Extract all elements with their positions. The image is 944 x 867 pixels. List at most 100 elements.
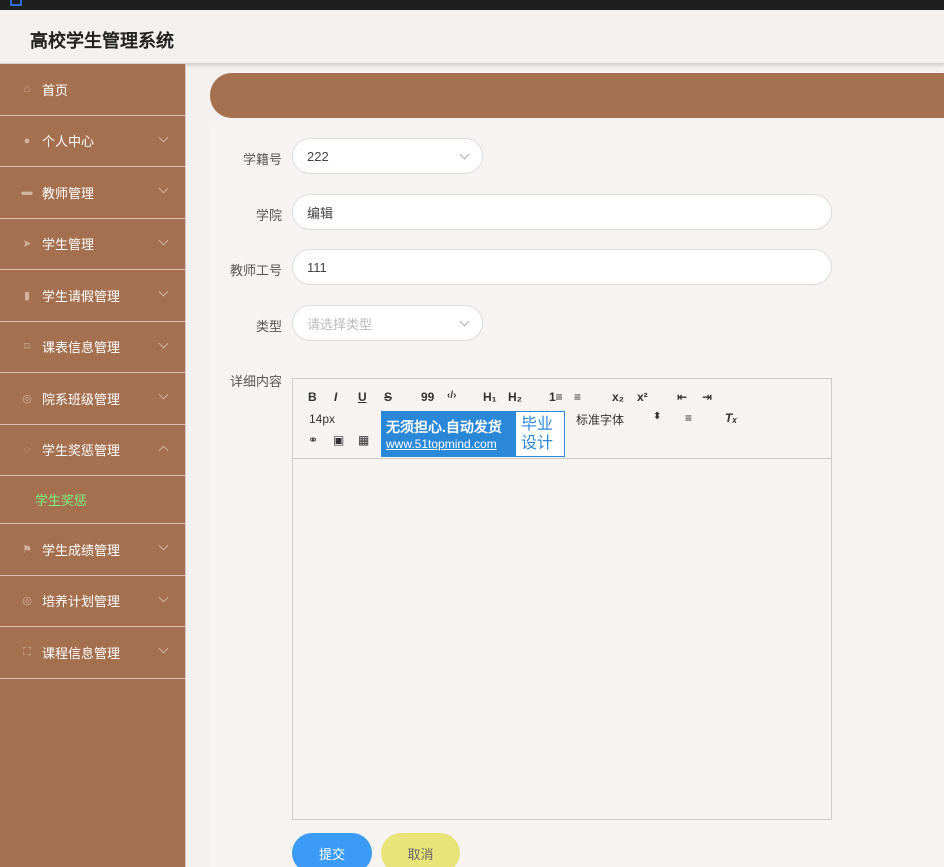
sidebar-item-label: 院系班级管理 — [42, 391, 121, 407]
college-label: 学院 — [255, 208, 282, 223]
chevron-down-icon — [459, 316, 470, 327]
chevron-down-icon — [459, 149, 470, 160]
sidebar-item-2[interactable]: ▬ 教师管理 — [0, 167, 185, 219]
bold-button[interactable]: B — [308, 390, 317, 404]
editor-content-area[interactable] — [293, 459, 831, 819]
outdent-button[interactable]: ⇤ — [677, 390, 687, 404]
h1-button[interactable]: H₁ — [483, 390, 497, 404]
sidebar-subitem-rewards[interactable]: 学生奖惩 — [0, 476, 185, 524]
video-button[interactable]: ▦ — [358, 433, 369, 447]
chevron-down-icon — [158, 389, 169, 400]
rich-text-editor: B I U S 99 ‹/› H₁ H₂ 1≡ ≡ x₂ x² ⇤ ⇥ 14px… — [292, 378, 832, 820]
sidebar-item-label: 学生请假管理 — [42, 288, 121, 304]
sidebar-item-3[interactable]: ➤ 学生管理 — [0, 219, 185, 270]
chevron-down-icon — [158, 643, 169, 654]
student-id-select[interactable]: 222 — [292, 138, 483, 174]
edit-form: 学籍号 222 学院 编辑 教师工号 111 类型 请选择类型 详细内容 B I… — [210, 124, 944, 867]
app-icon — [10, 0, 22, 6]
indent-button[interactable]: ⇥ — [702, 390, 712, 404]
italic-button[interactable]: I — [334, 390, 337, 404]
chevron-down-icon — [158, 183, 169, 194]
support-icon: ◎ — [22, 595, 32, 608]
sidebar-item-8[interactable]: ⚑ 学生成绩管理 — [0, 524, 185, 576]
sidebar-item-label: 学生成绩管理 — [42, 542, 121, 558]
underline-button[interactable]: U — [358, 390, 367, 404]
sidebar-menu: ⌂ 首页 ● 个人中心 ▬ 教师管理 ➤ 学生管理 ▮ 学生请假管理 ⌑ 课表信息管理 ◎ 院系班级管理 ◌… — [0, 64, 185, 679]
sidebar-item-label: 个人中心 — [42, 134, 95, 150]
flag-icon: ⚑ — [22, 543, 32, 556]
image-button[interactable]: ▣ — [333, 433, 344, 447]
power-icon: ◌ — [23, 443, 31, 456]
sidebar-item-label: 首页 — [42, 82, 69, 98]
crop-icon: ⌑ — [24, 341, 30, 354]
chevron-down-icon — [158, 592, 169, 602]
briefcase-icon: ▬ — [21, 186, 33, 199]
sidebar-item-6[interactable]: ◎ 院系班级管理 — [0, 373, 185, 425]
sidebar-item-label: 课表信息管理 — [42, 340, 121, 356]
sidebar-item-4[interactable]: ▮ 学生请假管理 — [0, 270, 185, 322]
sidebar-item-label: 培养计划管理 — [42, 594, 121, 610]
ordered-list-button[interactable]: 1≡ — [549, 390, 563, 404]
student-id-label: 学籍号 — [242, 152, 282, 167]
watermark-line2: www.51topmind.com — [386, 437, 497, 451]
sidebar-item-9[interactable]: ◎ 培养计划管理 — [0, 576, 185, 627]
home-icon: ⌂ — [23, 83, 31, 96]
sidebar-item-label: 课程信息管理 — [42, 645, 121, 661]
college-input[interactable]: 编辑 — [292, 194, 832, 230]
chevron-up-icon — [158, 445, 169, 455]
clean-format-button[interactable]: Tₓ — [725, 411, 737, 425]
fullscreen-icon: ⛶ — [23, 645, 31, 658]
books-icon: ▮ — [23, 289, 31, 302]
chevron-down-icon — [158, 338, 169, 348]
cancel-button[interactable]: 取消 — [381, 833, 460, 867]
strike-button[interactable]: S — [384, 390, 392, 404]
app-header: 高校学生管理系统 — [0, 10, 944, 64]
superscript-button[interactable]: x² — [637, 390, 648, 404]
chevron-down-icon — [158, 286, 169, 297]
type-select[interactable]: 请选择类型 — [292, 305, 483, 341]
watermark-right: 毕业 设计 — [516, 412, 564, 456]
app-title: 高校学生管理系统 — [30, 31, 174, 51]
send-icon: ➤ — [22, 238, 32, 251]
sidebar-item-0[interactable]: ⌂ 首页 — [0, 64, 185, 116]
h2-button[interactable]: H₂ — [508, 390, 522, 404]
quote-button[interactable]: 99 — [421, 390, 434, 404]
link-button[interactable]: ⚭ — [308, 433, 318, 447]
sidebar-item-label: 教师管理 — [42, 185, 95, 201]
teacher-id-label: 教师工号 — [229, 263, 282, 278]
user-icon: ● — [23, 134, 31, 147]
chevron-down-icon — [158, 235, 169, 245]
page-banner — [210, 73, 944, 118]
sidebar-item-7[interactable]: ◌ 学生奖惩管理 — [0, 425, 185, 476]
type-placeholder: 请选择类型 — [307, 316, 373, 332]
subscript-button[interactable]: x₂ — [612, 390, 624, 404]
globe-icon: ◎ — [22, 392, 32, 405]
window-title-strip — [0, 0, 944, 10]
font-size-picker[interactable]: 14px — [309, 412, 335, 426]
chevron-down-icon — [158, 132, 169, 142]
watermark-line1: 无须担心.自动发货 — [386, 419, 502, 435]
detail-label: 详细内容 — [229, 374, 282, 389]
student-id-value: 222 — [307, 148, 329, 164]
watermark-stamp: 无须担心.自动发货 www.51topmind.com 毕业 设计 — [381, 411, 565, 457]
watermark-right1: 毕业 — [521, 416, 554, 433]
code-button[interactable]: ‹/› — [447, 390, 456, 401]
editor-toolbar: B I U S 99 ‹/› H₁ H₂ 1≡ ≡ x₂ x² ⇤ ⇥ 14px… — [293, 379, 831, 459]
teacher-id-input[interactable]: 111 — [292, 249, 832, 285]
align-button[interactable]: ≡ — [685, 411, 692, 425]
type-label: 类型 — [255, 319, 282, 334]
bullet-list-button[interactable]: ≡ — [574, 390, 581, 404]
sidebar-item-10[interactable]: ⛶ 课程信息管理 — [0, 627, 185, 679]
font-family-arrows-icon: ⬍ — [653, 411, 662, 422]
sidebar-item-1[interactable]: ● 个人中心 — [0, 116, 185, 167]
submit-button[interactable]: 提交 — [292, 833, 372, 867]
sidebar-item-label: 学生管理 — [42, 237, 95, 253]
teacher-id-value: 111 — [307, 259, 327, 275]
chevron-down-icon — [158, 540, 169, 551]
sidebar-item-label: 学生奖惩管理 — [42, 443, 121, 459]
college-value: 编辑 — [307, 205, 334, 221]
watermark-right2: 设计 — [521, 435, 554, 452]
watermark-left: 无须担心.自动发货 www.51topmind.com — [382, 412, 516, 456]
font-family-picker[interactable]: 标准字体 — [576, 411, 624, 428]
sidebar-item-5[interactable]: ⌑ 课表信息管理 — [0, 322, 185, 373]
